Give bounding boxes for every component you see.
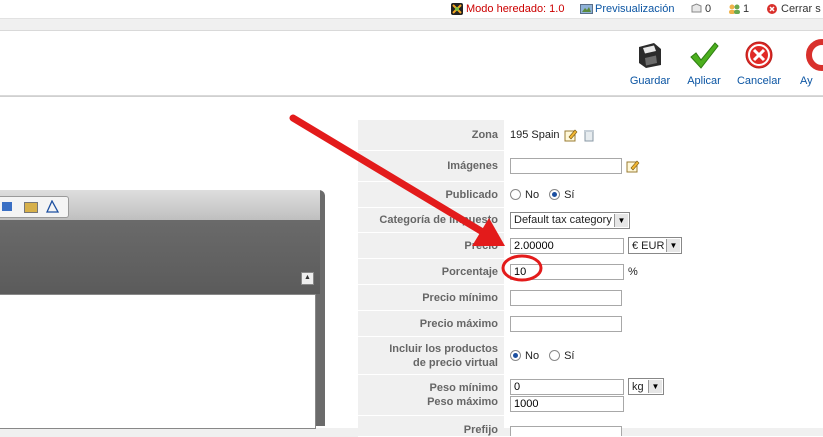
virtual-no-radio[interactable]	[510, 350, 521, 361]
editor-hr-icon	[2, 202, 12, 211]
edit-icon[interactable]	[564, 128, 578, 142]
precio-label: Precio	[358, 233, 504, 258]
peso-labels: Peso mínimo Peso máximo	[358, 375, 504, 415]
users-count: 1	[743, 3, 750, 15]
joomla-logo-icon	[451, 3, 463, 15]
form-row-precio-minimo: Precio mínimo	[358, 285, 823, 311]
form-row-zona: Zona 195 Spain	[358, 120, 823, 151]
form-row-porcentaje: Porcentaje 10 %	[358, 259, 823, 285]
weight-unit-value: kg	[632, 380, 644, 393]
zona-label: Zona	[358, 120, 504, 150]
form-row-precio-maximo: Precio máximo	[358, 311, 823, 337]
editor-table-icon	[24, 202, 38, 213]
virtual-no-label: No	[525, 349, 540, 362]
currency-select[interactable]: € EUR ▼	[628, 237, 682, 254]
cancel-label: Cancelar	[736, 75, 782, 87]
prefijo-input[interactable]	[510, 426, 622, 436]
checkmark-icon	[688, 39, 720, 71]
publicado-si-radio[interactable]	[549, 189, 561, 200]
zona-value: 195 Spain	[510, 129, 560, 141]
status-bar: Modo heredado: 1.0 Previsualización 0 1 …	[0, 0, 823, 19]
imagenes-input[interactable]	[510, 158, 622, 174]
save-label: Guardar	[629, 75, 671, 87]
categoria-label: Categoría de impuesto	[358, 208, 504, 232]
peso-maximo-input[interactable]: 1000	[510, 396, 624, 412]
help-button[interactable]: Ay	[800, 39, 823, 87]
shipping-rate-form: Zona 195 Spain Imágenes Publicado No Sí	[358, 120, 823, 437]
editor-button-group[interactable]	[0, 196, 69, 218]
publicado-no-radio[interactable]	[510, 189, 521, 200]
precio-minimo-input[interactable]	[510, 289, 622, 306]
publicado-no-label: No	[525, 188, 540, 201]
preview-text: Previsualización	[595, 3, 675, 15]
form-row-publicado: Publicado No Sí	[358, 182, 823, 208]
editor-status-bar	[0, 220, 320, 294]
action-toolbar: Guardar Aplicar Cancelar Ay	[0, 30, 823, 96]
editor-toggle-button[interactable]: ▲	[301, 272, 314, 285]
chevron-down-icon: ▼	[648, 380, 662, 393]
publicado-si-label: Sí	[564, 188, 575, 201]
trash-icon[interactable]	[582, 128, 596, 142]
cancel-button[interactable]: Cancelar	[733, 39, 785, 87]
virtual-si-label: Sí	[564, 349, 575, 362]
form-row-categoria: Categoría de impuesto Default tax catego…	[358, 208, 823, 233]
help-label: Ay	[800, 75, 813, 87]
precio-maximo-label: Precio máximo	[358, 311, 504, 336]
save-button[interactable]: Guardar	[624, 39, 676, 87]
edit-images-icon[interactable]	[626, 159, 640, 173]
peso-maximo-label: Peso máximo	[427, 396, 498, 408]
tax-category-value: Default tax category	[514, 214, 612, 226]
percent-unit: %	[628, 265, 638, 278]
tax-category-select[interactable]: Default tax category ▼	[510, 211, 630, 229]
messages-count: 0	[705, 3, 712, 15]
red-x-icon	[743, 39, 775, 71]
logout-icon	[766, 3, 778, 15]
users-indicator[interactable]: 1	[728, 2, 749, 16]
form-row-imagenes: Imágenes	[358, 151, 823, 182]
virtual-label-line1: Incluir los productos	[389, 342, 498, 355]
preview-icon	[580, 3, 593, 15]
apply-label: Aplicar	[687, 75, 721, 87]
porcentaje-input[interactable]: 10	[510, 263, 624, 280]
logout-text: Cerrar s	[781, 3, 821, 15]
prefijo-label: Prefijo	[358, 416, 504, 436]
users-icon	[728, 3, 740, 15]
chevron-down-icon: ▼	[666, 239, 680, 252]
currency-value: € EUR	[632, 239, 665, 252]
weight-unit-select[interactable]: kg ▼	[628, 378, 664, 395]
publicado-label: Publicado	[358, 182, 504, 207]
legacy-mode-text: Modo heredado: 1.0	[466, 3, 565, 15]
chevron-down-icon: ▼	[614, 213, 628, 227]
editor-toolbar	[0, 190, 320, 220]
precio-maximo-input[interactable]	[510, 315, 622, 332]
legacy-mode-indicator: Modo heredado: 1.0	[451, 2, 564, 16]
form-row-precio: Precio 2.00000 € EUR ▼	[358, 233, 823, 259]
messages-indicator[interactable]: 0	[690, 2, 711, 16]
peso-minimo-input[interactable]: 0	[510, 378, 624, 395]
precio-minimo-label: Precio mínimo	[358, 285, 504, 310]
porcentaje-label: Porcentaje	[358, 259, 504, 284]
editor-character-map-icon[interactable]	[45, 199, 60, 213]
form-row-precio-virtual: Incluir los productos de precio virtual …	[358, 337, 823, 375]
lifebuoy-icon	[806, 39, 823, 71]
apply-button[interactable]: Aplicar	[678, 39, 730, 87]
preview-link[interactable]: Previsualización	[580, 2, 674, 16]
peso-minimo-label: Peso mínimo	[429, 382, 498, 394]
precio-input[interactable]: 2.00000	[510, 237, 624, 254]
logout-link[interactable]: Cerrar s	[766, 2, 821, 16]
imagenes-label: Imágenes	[358, 151, 504, 181]
virtual-si-radio[interactable]	[549, 350, 561, 361]
floppy-disk-icon	[634, 39, 666, 71]
virtual-label-line2: de precio virtual	[413, 356, 498, 369]
virtual-label: Incluir los productos de precio virtual	[358, 337, 504, 374]
messages-icon	[690, 3, 702, 15]
editor-text-area[interactable]	[0, 294, 316, 429]
form-row-peso: Peso mínimo Peso máximo 0 kg ▼ 1000	[358, 375, 823, 416]
